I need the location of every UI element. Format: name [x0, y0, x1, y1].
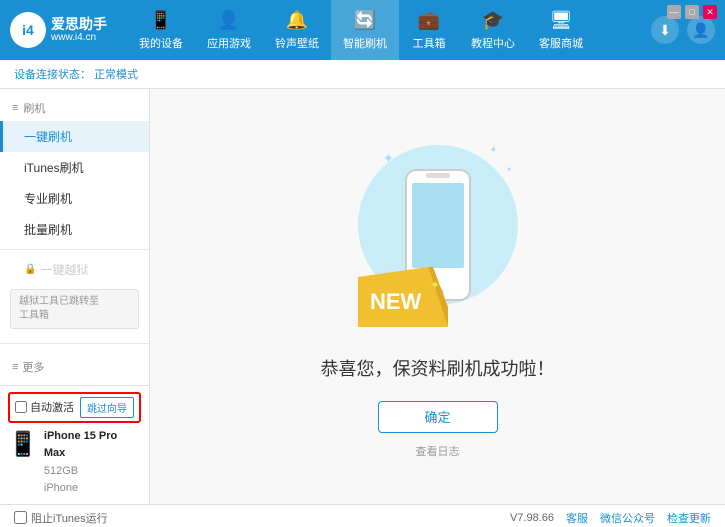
check-update-link[interactable]: 检查更新: [667, 510, 711, 526]
tab-my-device[interactable]: 📱 我的设备: [127, 0, 195, 60]
window-controls: — □ ✕: [667, 5, 717, 19]
auto-activate-section: 自动激活 跳过向导: [8, 392, 141, 423]
service-icon: 🖥: [550, 10, 573, 31]
header-right: ⬇ 👤: [651, 16, 715, 44]
sparkle-1: ✦: [383, 150, 395, 167]
block-itunes-checkbox[interactable]: [14, 511, 27, 524]
apps-games-icon: 👤: [218, 10, 240, 31]
smart-flash-icon: 🔄: [354, 10, 376, 31]
view-log-link[interactable]: 查看日志: [416, 443, 460, 459]
skip-guide-button[interactable]: 跳过向导: [80, 397, 134, 418]
svg-text:✦: ✦: [430, 278, 440, 292]
sidebar-item-itunes-flash[interactable]: iTunes刷机: [0, 152, 149, 183]
tab-ringtone-wallpaper[interactable]: 🔔 铃声壁纸: [263, 0, 331, 60]
device-panel: 自动激活 跳过向导 📱 iPhone 15 Pro Max 512GB iPho…: [0, 385, 149, 504]
sidebar-divider-2: [0, 343, 149, 344]
nav-tabs: 📱 我的设备 👤 应用游戏 🔔 铃声壁纸 🔄 智能刷机 💼 工具箱 🎓: [127, 0, 651, 60]
svg-text:NEW: NEW: [370, 289, 422, 314]
app-header: i4 爱思助手 www.i4.cn 📱 我的设备 👤 应用游戏 🔔 铃声壁纸 🔄: [0, 0, 725, 60]
tab-apps-games[interactable]: 👤 应用游戏: [195, 0, 263, 60]
tab-service-mall[interactable]: 🖥 客服商城: [527, 0, 595, 60]
device-details: iPhone 15 Pro Max 512GB iPhone: [44, 428, 141, 498]
tab-toolbox[interactable]: 💼 工具箱: [399, 0, 459, 60]
sidebar: ≡ 刷机 一键刷机 iTunes刷机 专业刷机 批量刷机: [0, 89, 150, 504]
logo-icon: i4: [10, 12, 46, 48]
device-info: 📱 iPhone 15 Pro Max 512GB iPhone: [8, 428, 141, 498]
sidebar-item-batch-flash[interactable]: 批量刷机: [0, 214, 149, 245]
auto-activate-checkbox-label[interactable]: 自动激活: [15, 399, 74, 415]
my-device-icon: 📱: [150, 10, 172, 31]
sidebar-section-more: ≡ 更多 其他工具 下载固件 高级功能: [0, 348, 149, 385]
confirm-button[interactable]: 确定: [378, 401, 498, 433]
sidebar-section-flash: ≡ 刷机 一键刷机 iTunes刷机 专业刷机 批量刷机: [0, 89, 149, 339]
sidebar-jailbreak-notice: 越狱工具已跳转至 工具箱: [10, 289, 139, 329]
tab-smart-flash[interactable]: 🔄 智能刷机: [331, 0, 399, 60]
download-button[interactable]: ⬇: [651, 16, 679, 44]
sidebar-item-pro-flash[interactable]: 专业刷机: [0, 183, 149, 214]
sidebar-item-onekey-flash[interactable]: 一键刷机: [0, 121, 149, 152]
sidebar-group-more-label: ≡ 更多: [0, 354, 149, 380]
sparkle-2: ✦: [489, 145, 497, 156]
app-logo: i4 爱思助手 www.i4.cn: [10, 12, 107, 48]
sidebar-group-flash-label: ≡ 刷机: [0, 95, 149, 121]
sidebar-item-jailbreak-disabled: 🔒 一键越狱: [0, 254, 149, 285]
wechat-link[interactable]: 微信公众号: [600, 510, 655, 526]
toolbox-icon: 💼: [418, 10, 440, 31]
tutorials-icon: 🎓: [482, 10, 504, 31]
phone-illustration: ✦ ✦ ✦ NEW ✦: [348, 135, 528, 335]
maximize-button[interactable]: □: [685, 5, 699, 19]
new-badge: NEW ✦: [358, 267, 448, 330]
status-left: 阻止iTunes运行: [14, 510, 108, 526]
breadcrumb: 设备连接状态： 正常模式: [0, 60, 725, 89]
status-bar: 阻止iTunes运行 V7.98.66 客服 微信公众号 检查更新: [0, 504, 725, 527]
ringtone-icon: 🔔: [286, 10, 308, 31]
logo-text: 爱思助手 www.i4.cn: [51, 16, 107, 45]
tab-tutorials[interactable]: 🎓 教程中心: [459, 0, 527, 60]
sidebar-divider: [0, 249, 149, 250]
success-message: 恭喜您，保资料刷机成功啦！: [321, 355, 555, 381]
minimize-button[interactable]: —: [667, 5, 681, 19]
user-button[interactable]: 👤: [687, 16, 715, 44]
customer-service-link[interactable]: 客服: [566, 510, 588, 526]
sparkle-3: ✦: [506, 165, 513, 174]
itunes-check-label[interactable]: 阻止iTunes运行: [14, 510, 108, 526]
auto-activate-checkbox[interactable]: [15, 401, 27, 413]
device-phone-icon: 📱: [8, 430, 38, 459]
status-right: V7.98.66 客服 微信公众号 检查更新: [510, 510, 711, 526]
main-content: ✦ ✦ ✦ NEW ✦: [150, 89, 725, 504]
version-text: V7.98.66: [510, 512, 554, 524]
close-button[interactable]: ✕: [703, 5, 717, 19]
